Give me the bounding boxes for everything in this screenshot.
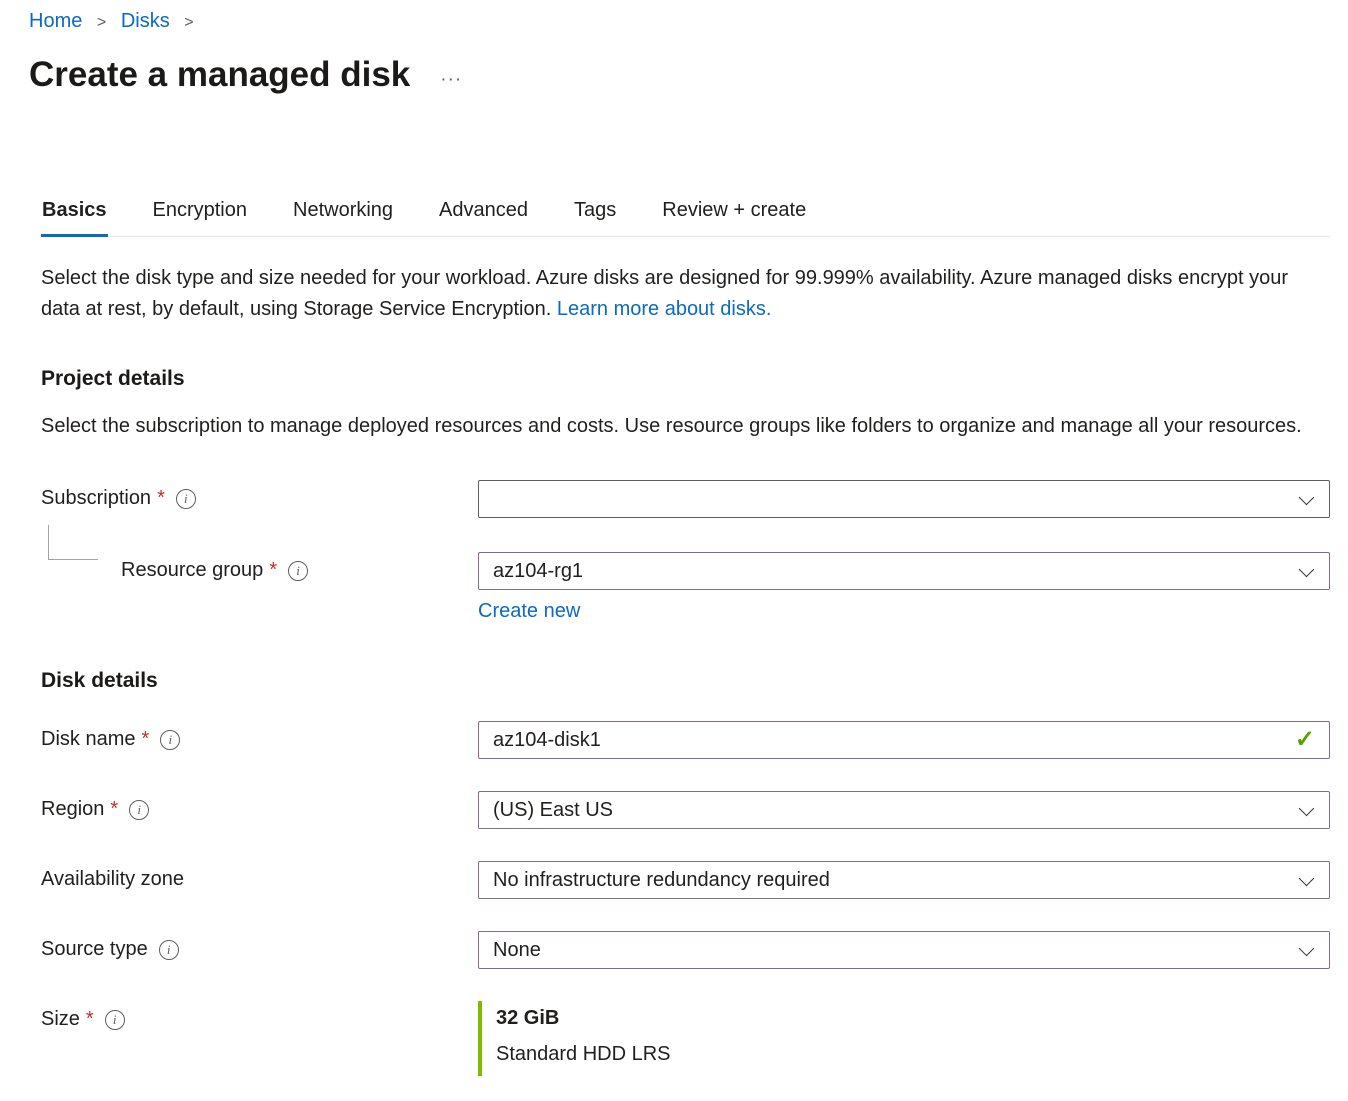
resource-group-dropdown[interactable]: az104-rg1 <box>478 552 1330 590</box>
project-details-description: Select the subscription to manage deploy… <box>41 411 1311 442</box>
info-icon[interactable]: i <box>288 561 308 581</box>
source-type-label: Source type <box>41 938 148 961</box>
intro-text: Select the disk type and size needed for… <box>41 263 1326 325</box>
region-row: Region * i (US) East US <box>41 791 1330 829</box>
size-label-group: Size * i <box>41 1001 478 1031</box>
resource-group-indent-line <box>48 525 98 560</box>
info-icon[interactable]: i <box>159 940 179 960</box>
breadcrumb-link-disks[interactable]: Disks <box>121 10 170 32</box>
chevron-down-icon <box>1299 802 1315 818</box>
required-marker: * <box>157 487 165 510</box>
chevron-down-icon <box>1299 491 1315 507</box>
disk-name-label-group: Disk name * i <box>41 721 478 751</box>
region-label-group: Region * i <box>41 791 478 821</box>
breadcrumb-separator-icon: > <box>97 14 106 31</box>
size-summary: 32 GiB Standard HDD LRS <box>478 1001 1330 1076</box>
disk-name-value: az104-disk1 <box>493 729 601 752</box>
source-type-label-group: Source type i <box>41 931 478 961</box>
info-icon[interactable]: i <box>160 730 180 750</box>
resource-group-label-group: Resource group * i <box>41 552 478 582</box>
tab-networking[interactable]: Networking <box>292 191 394 236</box>
more-options-icon[interactable]: ··· <box>440 59 462 91</box>
chevron-down-icon <box>1299 563 1315 579</box>
resource-group-row: Resource group * i az104-rg1 Create new <box>41 552 1330 623</box>
project-details-heading: Project details <box>41 367 1330 391</box>
required-marker: * <box>110 798 118 821</box>
subscription-dropdown[interactable] <box>478 480 1330 518</box>
resource-group-label: Resource group <box>121 559 263 582</box>
availability-zone-row: Availability zone No infrastructure redu… <box>41 861 1330 899</box>
required-marker: * <box>86 1008 94 1031</box>
chevron-down-icon <box>1299 942 1315 958</box>
disk-name-input[interactable]: az104-disk1 ✓ <box>478 721 1330 759</box>
disk-name-row: Disk name * i az104-disk1 ✓ <box>41 721 1330 759</box>
required-marker: * <box>141 728 149 751</box>
availability-zone-value: No infrastructure redundancy required <box>493 869 830 892</box>
availability-zone-label-group: Availability zone <box>41 861 478 891</box>
region-value: (US) East US <box>493 799 613 822</box>
page-header: Create a managed disk ··· <box>29 55 1330 95</box>
size-sku: Standard HDD LRS <box>496 1043 1330 1066</box>
chevron-down-icon <box>1299 872 1315 888</box>
size-row: Size * i 32 GiB Standard HDD LRS <box>41 1001 1330 1076</box>
project-details-form: Subscription * i Resource group * i <box>41 480 1330 623</box>
create-new-resource-group-link[interactable]: Create new <box>478 600 580 623</box>
tab-review-create[interactable]: Review + create <box>661 191 807 236</box>
size-label: Size <box>41 1008 80 1031</box>
info-icon[interactable]: i <box>176 489 196 509</box>
disk-details-form: Disk name * i az104-disk1 ✓ Region * i <box>41 721 1330 1076</box>
breadcrumb-separator-icon: > <box>184 14 193 31</box>
subscription-label: Subscription <box>41 487 151 510</box>
info-icon[interactable]: i <box>129 800 149 820</box>
availability-zone-dropdown[interactable]: No infrastructure redundancy required <box>478 861 1330 899</box>
tab-advanced[interactable]: Advanced <box>438 191 529 236</box>
size-value: 32 GiB <box>496 1007 1330 1030</box>
disk-name-label: Disk name <box>41 728 135 751</box>
region-dropdown[interactable]: (US) East US <box>478 791 1330 829</box>
page-title: Create a managed disk <box>29 55 410 95</box>
subscription-row: Subscription * i <box>41 480 1330 518</box>
tab-bar: Basics Encryption Networking Advanced Ta… <box>41 191 1330 237</box>
source-type-row: Source type i None <box>41 931 1330 969</box>
subscription-label-group: Subscription * i <box>41 480 478 510</box>
availability-zone-label: Availability zone <box>41 868 184 891</box>
learn-more-link[interactable]: Learn more about disks. <box>557 298 772 320</box>
resource-group-value: az104-rg1 <box>493 560 583 583</box>
tab-encryption[interactable]: Encryption <box>152 191 249 236</box>
breadcrumb: Home > Disks > <box>29 6 1330 33</box>
create-managed-disk-page: Home > Disks > Create a managed disk ···… <box>0 0 1348 1101</box>
info-icon[interactable]: i <box>105 1010 125 1030</box>
region-label: Region <box>41 798 104 821</box>
source-type-dropdown[interactable]: None <box>478 931 1330 969</box>
breadcrumb-link-home[interactable]: Home <box>29 10 82 32</box>
source-type-value: None <box>493 939 541 962</box>
tab-tags[interactable]: Tags <box>573 191 617 236</box>
disk-details-heading: Disk details <box>41 669 1330 693</box>
valid-check-icon: ✓ <box>1295 728 1315 752</box>
required-marker: * <box>269 559 277 582</box>
tab-basics[interactable]: Basics <box>41 191 108 236</box>
